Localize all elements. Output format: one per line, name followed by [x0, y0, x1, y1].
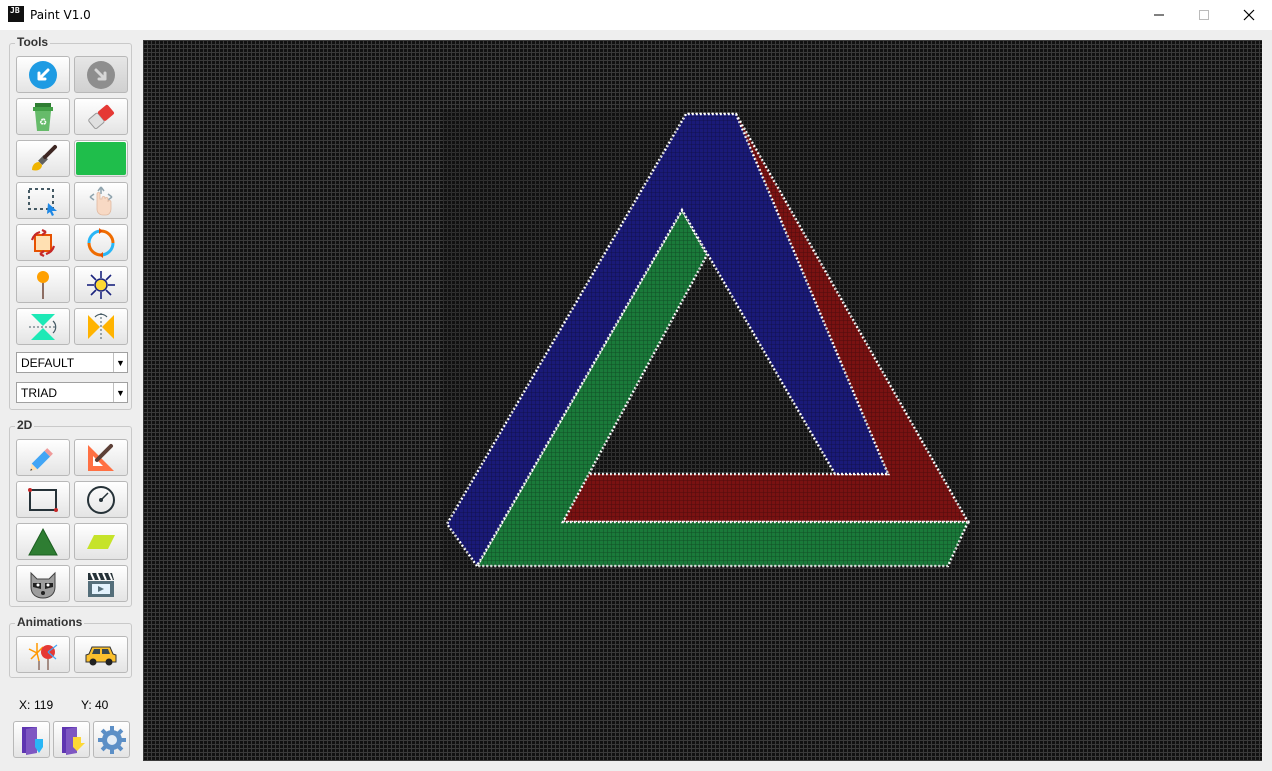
- raccoon-button[interactable]: [16, 565, 70, 602]
- maximize-button[interactable]: [1181, 0, 1227, 30]
- animations-group-label: Animations: [15, 615, 85, 629]
- circle-button[interactable]: [74, 481, 128, 518]
- scale-burst-icon: [87, 270, 115, 299]
- svg-text:♻: ♻: [39, 118, 47, 128]
- triangle-icon: [28, 527, 58, 555]
- pin-button[interactable]: [16, 266, 70, 303]
- minimize-button[interactable]: [1136, 0, 1182, 30]
- rotate-circle-button[interactable]: [74, 224, 128, 261]
- shapes-2d-group-label: 2D: [15, 418, 35, 432]
- x-coord-value: 119: [34, 698, 54, 712]
- undo-button[interactable]: [16, 56, 70, 93]
- flip-vertical-icon: [29, 313, 57, 340]
- car-button[interactable]: [74, 636, 128, 673]
- line-button[interactable]: [74, 439, 128, 476]
- settings-button[interactable]: [93, 721, 130, 758]
- maximize-icon: [1199, 10, 1209, 20]
- close-icon: [1243, 9, 1255, 21]
- car-icon: [85, 646, 117, 665]
- x-coord-label: X:: [19, 698, 31, 712]
- impossible-triangle: [443, 110, 973, 570]
- title-bar: JB Paint V1.0: [0, 0, 1272, 30]
- save-button[interactable]: [53, 721, 90, 758]
- fireworks-button[interactable]: [16, 636, 70, 673]
- mode-select-value: DEFAULT: [21, 356, 75, 370]
- flip-vertical-button[interactable]: [16, 308, 70, 345]
- clapperboard-icon: [88, 572, 114, 597]
- select-button[interactable]: [16, 182, 70, 219]
- triangle-button[interactable]: [16, 523, 70, 560]
- recycle-bin-icon: ♻: [33, 102, 53, 131]
- gear-icon: [97, 725, 126, 754]
- pixel-grid-overlay: [443, 110, 973, 570]
- flip-horizontal-icon: [88, 312, 114, 341]
- y-coord-value: 40: [95, 698, 109, 712]
- tools-group: Tools ♻ DEFAULT ▼ TRIAD ▼: [9, 35, 132, 410]
- raccoon-icon: [30, 571, 56, 599]
- palette-select[interactable]: TRIAD ▼: [16, 382, 128, 403]
- close-button[interactable]: [1226, 0, 1272, 30]
- redo-icon: [87, 60, 115, 89]
- open-button[interactable]: [13, 721, 50, 758]
- clapper-button[interactable]: [74, 565, 128, 602]
- clear-button[interactable]: ♻: [16, 98, 70, 135]
- app-icon: JB: [8, 6, 24, 22]
- pencil-icon: [30, 447, 53, 471]
- eraser-button[interactable]: [74, 98, 128, 135]
- paint-brush-icon: [32, 144, 57, 171]
- open-file-icon: [21, 726, 43, 755]
- pin-icon: [37, 270, 49, 299]
- color-swatch: [76, 142, 126, 175]
- circle-icon: [87, 485, 115, 514]
- redo-button[interactable]: [74, 56, 128, 93]
- rectangle-button[interactable]: [16, 481, 70, 518]
- shapes-2d-group: 2D: [9, 418, 132, 607]
- animations-group: Animations: [9, 615, 132, 678]
- window-title: Paint V1.0: [30, 8, 91, 22]
- tools-group-label: Tools: [15, 35, 51, 49]
- color-button[interactable]: [74, 140, 128, 177]
- save-file-icon: [61, 726, 85, 755]
- pencil-button[interactable]: [16, 439, 70, 476]
- hand-move-icon: [89, 186, 113, 215]
- drawing-canvas[interactable]: [143, 40, 1262, 761]
- eraser-icon: [88, 104, 114, 129]
- y-coord-label: Y:: [81, 698, 92, 712]
- rotate-button[interactable]: [16, 224, 70, 261]
- mode-select[interactable]: DEFAULT ▼: [16, 352, 128, 373]
- minimize-icon: [1154, 14, 1164, 16]
- fireworks-icon: [28, 642, 58, 670]
- chevron-down-icon: ▼: [113, 383, 127, 402]
- move-button[interactable]: [74, 182, 128, 219]
- scale-button[interactable]: [74, 266, 128, 303]
- flip-horizontal-button[interactable]: [74, 308, 128, 345]
- chevron-down-icon: ▼: [113, 353, 127, 372]
- palette-select-value: TRIAD: [21, 386, 57, 400]
- fill-button[interactable]: [16, 140, 70, 177]
- parallelogram-icon: [87, 534, 115, 549]
- rectangle-icon: [28, 487, 58, 512]
- selection-icon: [28, 187, 57, 216]
- undo-icon: [29, 60, 57, 89]
- rotate-circle-icon: [87, 227, 115, 258]
- parallelogram-button[interactable]: [74, 523, 128, 560]
- ruler-pencil-icon: [88, 443, 114, 471]
- rotate-square-icon: [30, 228, 56, 257]
